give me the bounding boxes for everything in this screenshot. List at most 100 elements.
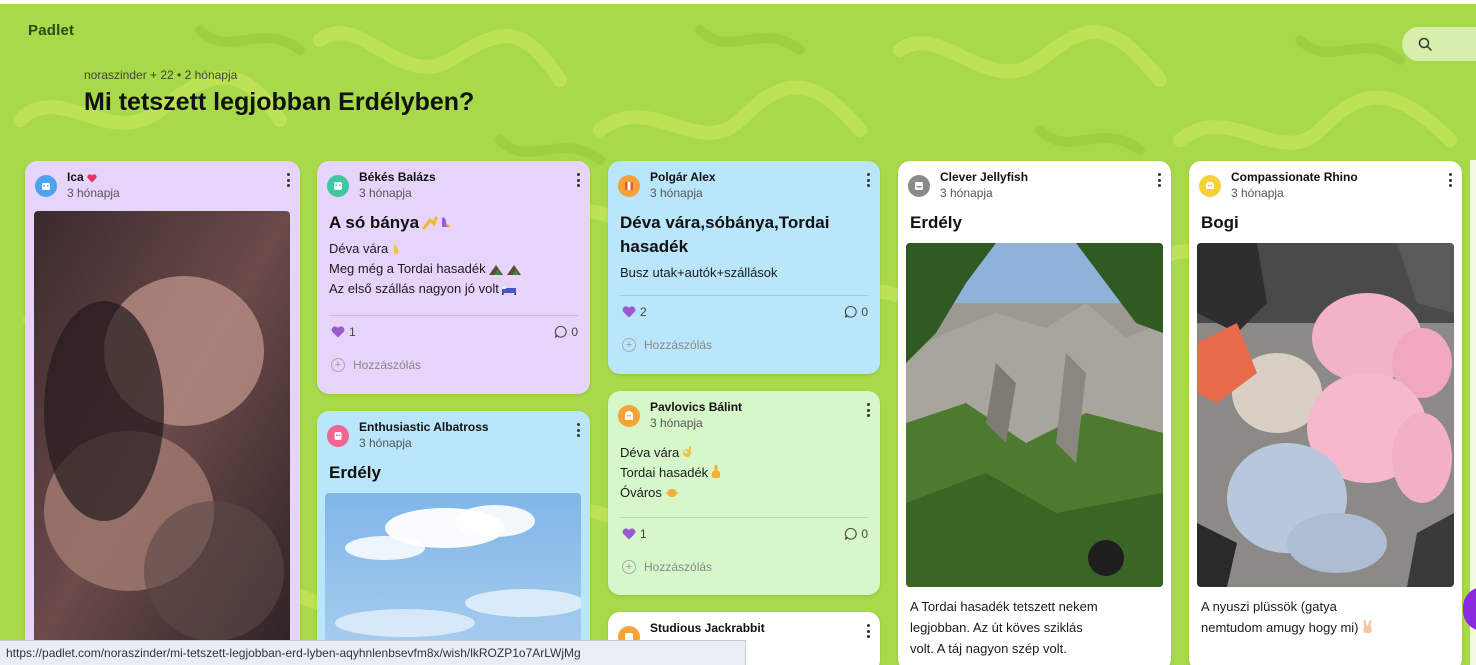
handshake-emoji-icon — [665, 489, 678, 497]
comments-button[interactable]: 0 — [554, 325, 578, 339]
body-line: Az első szállás nagyon jó volt — [329, 279, 578, 299]
post-body: Déva vára Tordai hasadék Óváros — [608, 435, 880, 503]
post-header: Békés Balázs 3 hónapja — [317, 161, 590, 205]
avatar-icon — [334, 432, 342, 440]
link-preview-status: https://padlet.com/noraszinder/mi-tetsze… — [0, 640, 746, 665]
post-author: Enthusiastic Albatross — [359, 420, 489, 434]
post-photo[interactable] — [1197, 243, 1454, 587]
padlet-logo[interactable]: Padlet — [28, 22, 74, 39]
like-count: 1 — [640, 527, 647, 541]
post-author: Compassionate Rhino — [1231, 170, 1358, 184]
post-author: Ica — [67, 170, 97, 184]
reactions-row: 1 0 — [608, 518, 880, 552]
avatar-icon — [625, 182, 633, 190]
top-border — [0, 0, 1476, 4]
post-author: Clever Jellyfish — [940, 170, 1029, 184]
ok-hand-emoji-icon — [683, 446, 692, 457]
mountain-emoji-icon — [488, 265, 521, 275]
search-icon — [1418, 37, 1432, 51]
reactions-row: 1 0 — [317, 316, 590, 350]
avatar[interactable] — [618, 405, 640, 427]
avatar-icon — [625, 411, 633, 420]
post-title: Erdély — [910, 213, 962, 232]
post-photo[interactable] — [325, 493, 581, 651]
post-title: Déva vára,sóbánya,Tordai hasadék — [620, 213, 830, 256]
post-card-ica[interactable]: Ica 3 hónapja — [25, 161, 300, 651]
add-comment-button[interactable]: + Hozzászólás — [317, 350, 590, 380]
more-vertical-icon[interactable] — [862, 171, 874, 189]
heart-icon — [331, 326, 345, 338]
comment-bubble-icon — [555, 325, 568, 338]
victory-hand-emoji-icon — [1362, 620, 1372, 633]
body-line: Meg még a Tordai hasadék — [329, 259, 578, 279]
add-comment-label: Hozzászólás — [353, 358, 422, 372]
post-time: 3 hónapja — [1231, 186, 1284, 200]
post-caption: A nyuszi plüssök (gatya nemtudom amugy h… — [1201, 596, 1374, 638]
reactions-row: 2 0 — [608, 296, 880, 330]
board-meta: noraszinder + 22 • 2 hónapja — [84, 68, 238, 82]
like-button[interactable]: 1 — [331, 325, 356, 339]
post-body: Déva vára Meg még a Tordai hasadék Az el… — [317, 235, 590, 299]
post-photo[interactable] — [34, 211, 290, 651]
post-photo[interactable] — [906, 243, 1163, 587]
comment-bubble-icon — [845, 305, 858, 318]
comments-button[interactable]: 0 — [844, 305, 868, 319]
bed-emoji-icon — [501, 286, 516, 295]
more-vertical-icon[interactable] — [1153, 171, 1165, 189]
body-line: Tordai hasadék — [620, 463, 868, 483]
post-time: 3 hónapja — [359, 436, 412, 450]
add-comment-button[interactable]: + Hozzászólás — [608, 330, 880, 360]
avatar-icon — [42, 183, 50, 190]
avatar[interactable] — [908, 175, 930, 197]
avatar[interactable] — [618, 175, 640, 197]
board-title: Mi tetszett legjobban Erdélyben? — [84, 88, 475, 116]
avatar[interactable] — [35, 175, 57, 197]
avatar[interactable] — [327, 175, 349, 197]
like-button[interactable]: 2 — [622, 305, 647, 319]
post-card-pavlovics[interactable]: Pavlovics Bálint 3 hónapja Déva vára Tor… — [608, 391, 880, 595]
comments-button[interactable]: 0 — [844, 527, 868, 541]
post-author: Pavlovics Bálint — [650, 400, 743, 414]
heart-icon — [622, 528, 636, 540]
more-vertical-icon[interactable] — [1444, 171, 1456, 189]
more-vertical-icon[interactable] — [572, 421, 584, 439]
heart-emoji-icon — [87, 174, 97, 183]
post-author: Békés Balázs — [359, 170, 436, 184]
post-body: Busz utak+autók+szállások — [620, 265, 778, 280]
plus-icon: + — [331, 358, 345, 372]
avatar-icon — [334, 182, 342, 190]
more-vertical-icon[interactable] — [572, 171, 584, 189]
body-line: Óváros — [620, 483, 868, 503]
search-button[interactable] — [1402, 27, 1476, 61]
post-time: 3 hónapja — [650, 416, 703, 430]
comment-bubble-icon — [845, 527, 858, 540]
post-title: A só bánya — [317, 205, 590, 235]
avatar[interactable] — [1199, 175, 1221, 197]
more-vertical-icon[interactable] — [862, 622, 874, 640]
post-card-bekes[interactable]: Békés Balázs 3 hónapja A só bánya Déva v… — [317, 161, 590, 394]
avatar-icon — [1206, 182, 1214, 189]
post-header: Enthusiastic Albatross 3 hónapja — [317, 411, 590, 455]
post-card-rhino[interactable]: Compassionate Rhino 3 hónapja Bogi A nyu… — [1189, 161, 1462, 665]
post-time: 3 hónapja — [67, 186, 120, 200]
like-count: 2 — [640, 305, 647, 319]
post-header: Ica 3 hónapja — [25, 161, 300, 205]
post-card-polgar[interactable]: Polgár Alex 3 hónapja Déva vára,sóbánya,… — [608, 161, 880, 374]
post-caption: A Tordai hasadék tetszett nekem legjobba… — [910, 599, 1098, 656]
like-button[interactable]: 1 — [622, 527, 647, 541]
body-line: Déva vára — [620, 443, 868, 463]
more-vertical-icon[interactable] — [282, 171, 294, 189]
post-time: 3 hónapja — [359, 186, 412, 200]
more-vertical-icon[interactable] — [862, 401, 874, 419]
avatar[interactable] — [327, 425, 349, 447]
add-comment-button[interactable]: + Hozzászólás — [608, 552, 880, 582]
comment-count: 0 — [861, 527, 868, 541]
comment-count: 0 — [861, 305, 868, 319]
post-time: 3 hónapja — [650, 186, 703, 200]
post-card-albatross[interactable]: Enthusiastic Albatross 3 hónapja Erdély — [317, 411, 590, 651]
post-header: Clever Jellyfish 3 hónapja — [898, 161, 1171, 205]
post-header: Polgár Alex 3 hónapja — [608, 161, 880, 205]
pointing-hand-emoji-icon — [394, 243, 400, 254]
post-card-jellyfish[interactable]: Clever Jellyfish 3 hónapja Erdély A Tord… — [898, 161, 1171, 665]
post-header: Compassionate Rhino 3 hónapja — [1189, 161, 1462, 205]
